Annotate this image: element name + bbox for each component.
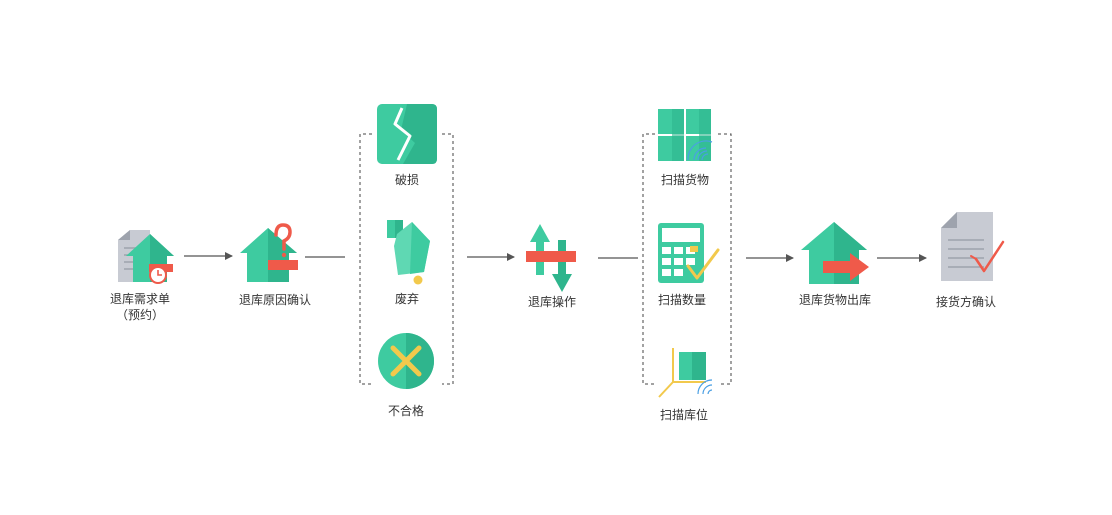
scan-goods-icon	[658, 109, 713, 161]
label-scan-goods: 扫描货物	[660, 173, 710, 187]
house-question-icon	[240, 223, 298, 282]
label-scan-quantity: 扫描数量	[657, 293, 707, 307]
house-document-clock-icon	[118, 230, 174, 284]
label-receiver-confirm: 接货方确认	[935, 295, 997, 309]
transfer-arrows-icon	[526, 224, 576, 292]
label-scan-location: 扫描库位	[659, 408, 709, 422]
broken-screen-icon	[377, 104, 437, 164]
label-return-operation: 退库操作	[527, 295, 577, 309]
reject-x-icon	[378, 333, 434, 389]
label-damaged: 破损	[394, 173, 420, 187]
label-discarded: 废弃	[394, 292, 420, 306]
discarded-item-icon	[387, 220, 430, 285]
label-unqualified: 不合格	[387, 404, 425, 418]
label-return-request: 退库需求单 （预约）	[109, 292, 171, 322]
house-exit-arrow-icon	[801, 222, 869, 284]
label-goods-outbound: 退库货物出库	[798, 293, 872, 307]
document-check-icon	[941, 212, 1005, 281]
label-reason-confirm: 退库原因确认	[238, 293, 312, 307]
scan-location-icon	[658, 348, 713, 398]
calculator-check-icon	[658, 223, 720, 283]
flow-diagram	[118, 104, 1005, 398]
